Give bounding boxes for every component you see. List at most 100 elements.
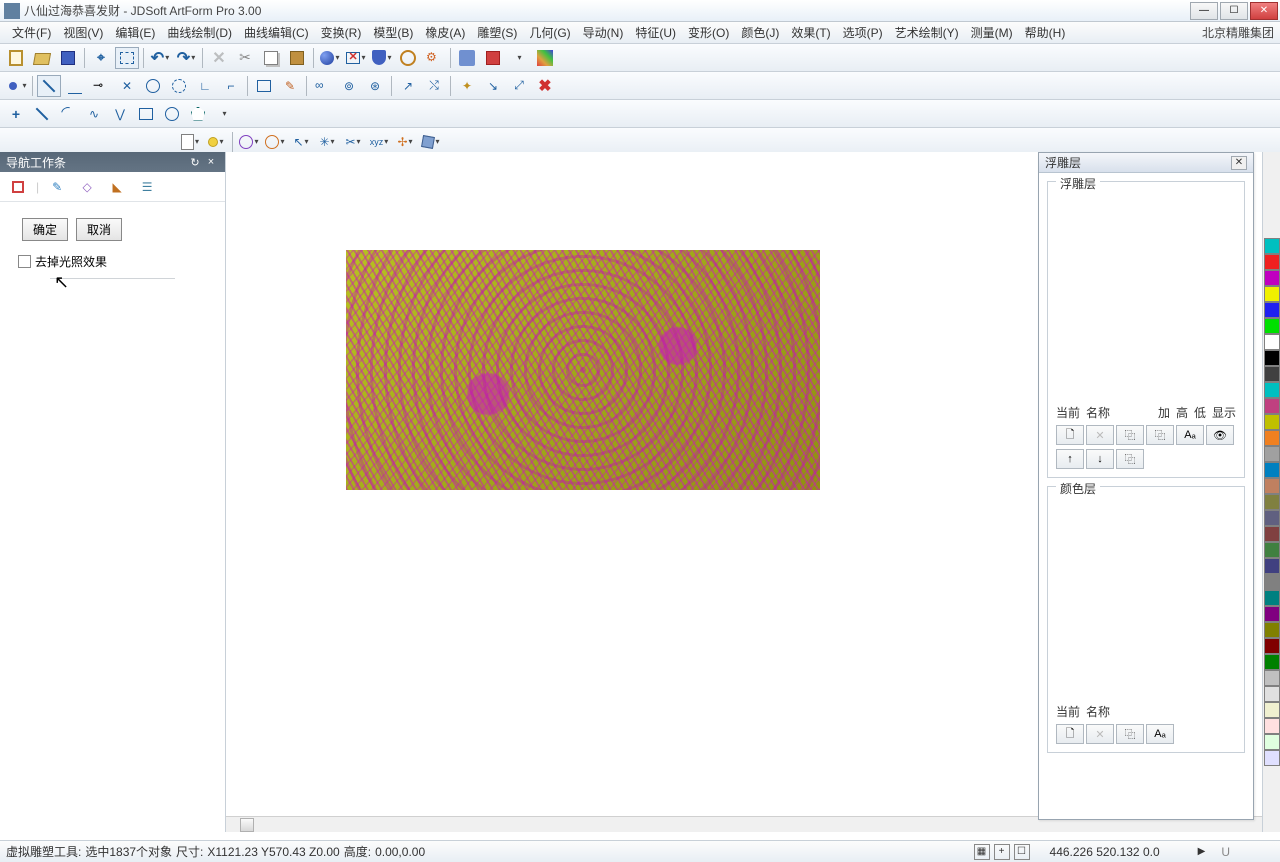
break-node-tool[interactable]: ⊸ [89, 75, 113, 97]
move-star-tool[interactable]: ✢▾ [393, 131, 417, 153]
ok-button[interactable]: 确定 [22, 218, 68, 241]
arc-tool[interactable] [56, 103, 80, 125]
relief-down-button[interactable]: ↓ [1086, 449, 1114, 469]
rect-tool[interactable] [134, 103, 158, 125]
color-swatch[interactable] [1264, 702, 1280, 718]
edit-node-tool[interactable] [63, 75, 87, 97]
status-scroll-arrow[interactable]: ▶ [1198, 846, 1206, 857]
menu-artdraw[interactable]: 艺术绘制(Y) [889, 22, 965, 43]
paste-button[interactable] [285, 47, 309, 69]
red-swatch-button[interactable] [481, 47, 505, 69]
color-swatch[interactable] [1264, 462, 1280, 478]
xyz-tool[interactable]: xyz▾ [367, 131, 391, 153]
color-swatch[interactable] [1264, 542, 1280, 558]
arrow-merge-tool[interactable]: ⤭ [422, 75, 446, 97]
more-shapes-tool[interactable]: ▾ [212, 103, 236, 125]
status-box-icon[interactable]: ☐ [1014, 844, 1030, 860]
color-swatch[interactable] [1264, 670, 1280, 686]
menu-transform[interactable]: 变换(R) [315, 22, 368, 43]
menu-deriv[interactable]: 导动(N) [577, 22, 630, 43]
menu-help[interactable]: 帮助(H) [1019, 22, 1072, 43]
cancel-button[interactable]: 取消 [76, 218, 122, 241]
red-dropdown-button[interactable]: ▾ [507, 47, 531, 69]
redo-button[interactable]: ↷▾ [174, 47, 198, 69]
orange-circle-tool[interactable]: ▾ [263, 131, 287, 153]
color-swatch[interactable] [1264, 302, 1280, 318]
nav-tool-4[interactable]: ◣ [105, 176, 129, 198]
nav-tool-5[interactable]: ☰ [135, 176, 159, 198]
open-button[interactable] [30, 47, 54, 69]
color-swatch[interactable] [1264, 718, 1280, 734]
menu-eraser[interactable]: 橡皮(A) [419, 22, 471, 43]
menu-curveedit[interactable]: 曲线编辑(C) [238, 22, 315, 43]
maximize-button[interactable]: ☐ [1220, 2, 1248, 20]
bezier-tool[interactable]: ∿ [82, 103, 106, 125]
color-swatch[interactable] [1264, 398, 1280, 414]
relief-rename-button[interactable]: Aₐ [1176, 425, 1204, 445]
color-swatch[interactable] [1264, 654, 1280, 670]
menu-option[interactable]: 选项(P) [837, 22, 889, 43]
relief-paste-button[interactable]: ⿻ [1146, 425, 1174, 445]
angle2-tool[interactable]: ⌐ [219, 75, 243, 97]
minimize-button[interactable]: — [1190, 2, 1218, 20]
color-swatch[interactable] [1264, 494, 1280, 510]
nav-panel-pin-button[interactable]: ↻ [187, 155, 203, 169]
color-swatch[interactable] [1264, 382, 1280, 398]
undo-button[interactable]: ↶▾ [148, 47, 172, 69]
color-swatch[interactable] [1264, 446, 1280, 462]
wand2-tool[interactable]: ⤢ [507, 75, 531, 97]
menu-effect[interactable]: 效果(T) [785, 22, 836, 43]
status-grid-icon[interactable]: ▦ [974, 844, 990, 860]
macro-button[interactable] [396, 47, 420, 69]
light-tool[interactable]: ▾ [204, 131, 228, 153]
checkbox-icon[interactable] [18, 255, 31, 268]
color-swatch[interactable] [1264, 414, 1280, 430]
relief-delete-button[interactable]: ✕ [1086, 425, 1114, 445]
color-swatch[interactable] [1264, 430, 1280, 446]
color-rename-button[interactable]: Aₐ [1146, 724, 1174, 744]
scrollbar-thumb[interactable] [240, 818, 254, 832]
cross-node-tool[interactable]: ✕ [115, 75, 139, 97]
lighting-checkbox-row[interactable]: 去掉光照效果 [18, 253, 207, 270]
color-swatch[interactable] [1264, 606, 1280, 622]
render-sphere-button[interactable]: ▾ [318, 47, 342, 69]
angle-tool[interactable]: ∟ [193, 75, 217, 97]
color-swatch[interactable] [1264, 622, 1280, 638]
point-tool[interactable]: + [4, 103, 28, 125]
menu-curvedraw[interactable]: 曲线绘制(D) [161, 22, 238, 43]
scissors-tool[interactable]: ✂▾ [341, 131, 365, 153]
cut2-button[interactable]: ✂ [233, 47, 257, 69]
new-button[interactable] [4, 47, 28, 69]
nav-tool-3[interactable]: ◇ [75, 176, 99, 198]
color-layer-list[interactable] [1056, 495, 1236, 695]
color-delete-button[interactable]: ✕ [1086, 724, 1114, 744]
color-swatch[interactable] [1264, 638, 1280, 654]
polyline-tool[interactable]: ⋁ [108, 103, 132, 125]
pointer-edit-tool[interactable]: ↖▾ [289, 131, 313, 153]
snap-button[interactable]: ⌖ [89, 47, 113, 69]
menu-deform[interactable]: 变形(O) [682, 22, 735, 43]
color-swatch[interactable] [1264, 366, 1280, 382]
color-swatch[interactable] [1264, 526, 1280, 542]
menu-geom[interactable]: 几何(G) [523, 22, 576, 43]
star-burst-tool[interactable]: ✳▾ [315, 131, 339, 153]
relief-new-button[interactable]: 🗋 [1056, 425, 1084, 445]
color-swatch[interactable] [1264, 510, 1280, 526]
color-swatch[interactable] [1264, 318, 1280, 334]
color-swatch[interactable] [1264, 350, 1280, 366]
menu-measure[interactable]: 测量(M) [965, 22, 1019, 43]
color-swatch[interactable] [1264, 734, 1280, 750]
line-tool[interactable] [30, 103, 54, 125]
color-swatch[interactable] [1264, 574, 1280, 590]
relief-artwork[interactable] [346, 250, 820, 490]
menu-file[interactable]: 文件(F) [6, 22, 57, 43]
status-plus-icon[interactable]: + [994, 844, 1010, 860]
line-edit-tool[interactable] [37, 75, 61, 97]
close-red-tool[interactable]: ✖ [533, 75, 557, 97]
menu-color[interactable]: 颜色(J) [735, 22, 785, 43]
nav-tool-2[interactable]: ✎ [45, 176, 69, 198]
menu-sculpt[interactable]: 雕塑(S) [471, 22, 523, 43]
nav-panel-close-button[interactable]: × [203, 155, 219, 169]
color-swatch[interactable] [1264, 238, 1280, 254]
copy-button[interactable] [259, 47, 283, 69]
